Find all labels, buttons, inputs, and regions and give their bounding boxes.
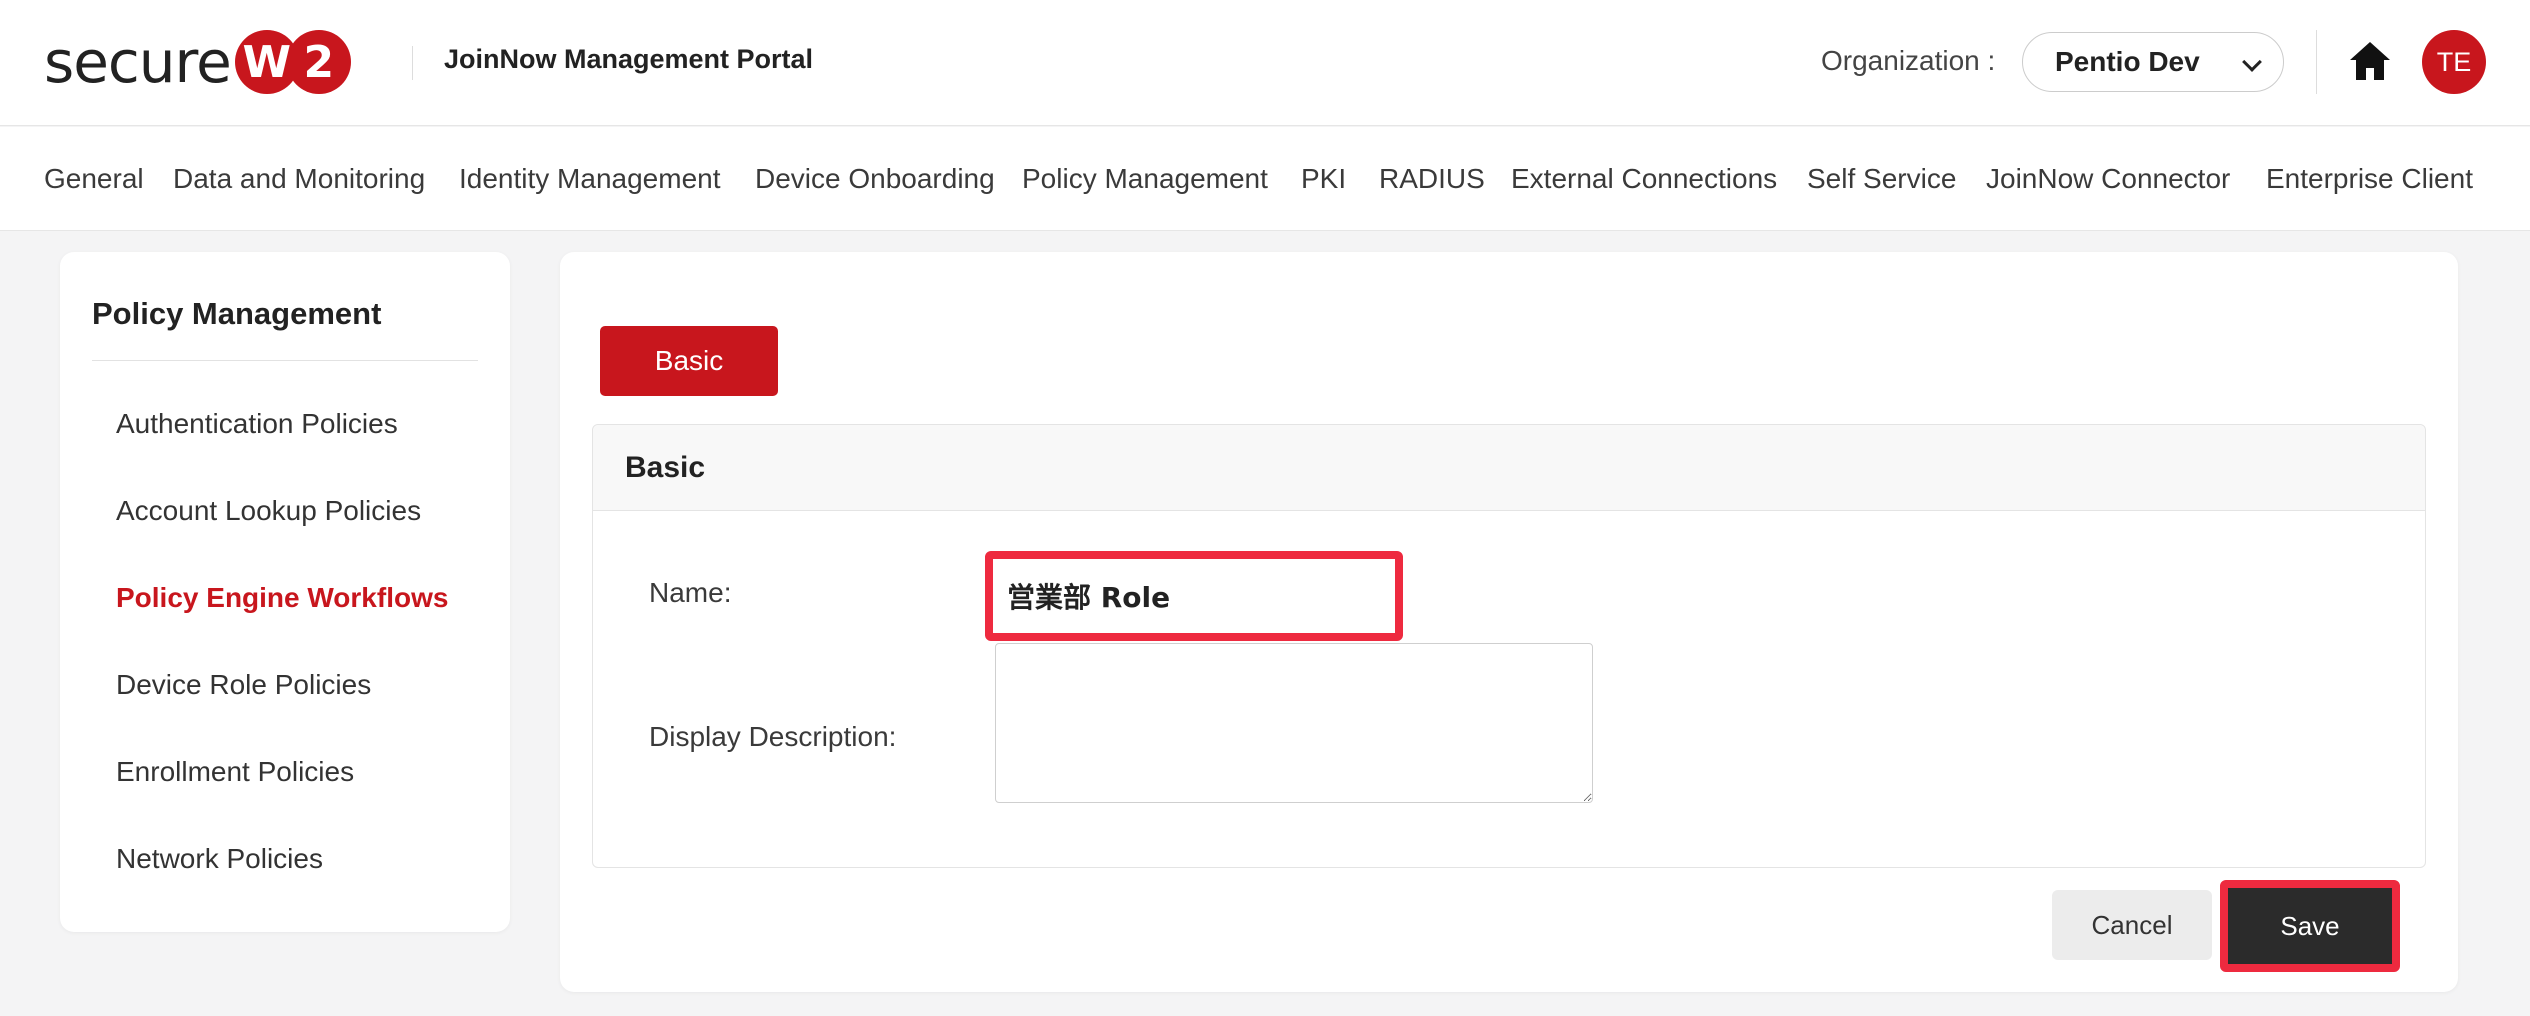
nav-item-identity-management[interactable]: Identity Management — [459, 163, 721, 195]
logo-badge-2: 2 — [286, 30, 351, 94]
name-field-highlight — [985, 551, 1403, 641]
nav-item-general[interactable]: General — [44, 163, 144, 195]
name-label: Name: — [649, 577, 732, 608]
organization-select[interactable]: Pentio Dev — [2022, 32, 2284, 92]
sidebar-title: Policy Management — [92, 296, 382, 331]
top-header: secure W 2 JoinNow Management Portal Org… — [0, 0, 2530, 126]
portal-title: JoinNow Management Portal — [444, 44, 814, 74]
main-nav: General Data and Monitoring Identity Man… — [0, 127, 2530, 231]
basic-panel: Basic Name: Display Description: — [592, 424, 2426, 868]
header-divider-right — [2316, 30, 2317, 94]
chevron-down-icon — [2242, 52, 2262, 72]
sidebar-item-enrollment-policies[interactable]: Enrollment Policies — [116, 756, 354, 788]
sidebar-item-authentication-policies[interactable]: Authentication Policies — [116, 408, 398, 440]
main-content: Basic Basic Name: Display Description: C… — [560, 252, 2458, 992]
organization-value: Pentio Dev — [2055, 46, 2200, 77]
nav-item-device-onboarding[interactable]: Device Onboarding — [755, 163, 995, 195]
header-divider — [412, 46, 413, 80]
tab-basic[interactable]: Basic — [600, 326, 778, 396]
nav-item-pki[interactable]: PKI — [1301, 163, 1346, 195]
save-button[interactable]: Save — [2228, 888, 2392, 964]
panel-title: Basic — [625, 451, 706, 484]
nav-item-self-service[interactable]: Self Service — [1807, 163, 1956, 195]
sidebar-item-policy-engine-workflows[interactable]: Policy Engine Workflows — [116, 582, 448, 614]
sidebar-item-device-role-policies[interactable]: Device Role Policies — [116, 669, 371, 701]
sidebar-divider — [92, 360, 478, 361]
securew2-logo[interactable]: secure W 2 — [44, 26, 351, 98]
save-button-highlight: Save — [2220, 880, 2400, 972]
display-description-label: Display Description: — [649, 721, 897, 752]
sidebar-item-account-lookup-policies[interactable]: Account Lookup Policies — [116, 495, 421, 527]
organization-label: Organization : — [1821, 45, 1996, 76]
nav-item-enterprise-client[interactable]: Enterprise Client — [2266, 163, 2473, 195]
display-description-textarea[interactable] — [995, 643, 1593, 803]
logo-badge: W 2 — [234, 30, 351, 94]
sidebar-item-network-policies[interactable]: Network Policies — [116, 843, 323, 875]
nav-item-radius[interactable]: RADIUS — [1379, 163, 1485, 195]
nav-item-joinnow-connector[interactable]: JoinNow Connector — [1986, 163, 2230, 195]
logo-text: secure — [44, 28, 232, 96]
name-input[interactable] — [993, 559, 1395, 633]
user-avatar[interactable]: TE — [2422, 30, 2486, 94]
nav-item-data-monitoring[interactable]: Data and Monitoring — [173, 163, 425, 195]
sidebar: Policy Management Authentication Policie… — [60, 252, 510, 932]
home-icon[interactable] — [2348, 40, 2392, 82]
nav-item-external-connections[interactable]: External Connections — [1511, 163, 1777, 195]
cancel-button[interactable]: Cancel — [2052, 890, 2212, 960]
nav-item-policy-management[interactable]: Policy Management — [1022, 163, 1268, 195]
panel-header: Basic — [593, 425, 2425, 511]
